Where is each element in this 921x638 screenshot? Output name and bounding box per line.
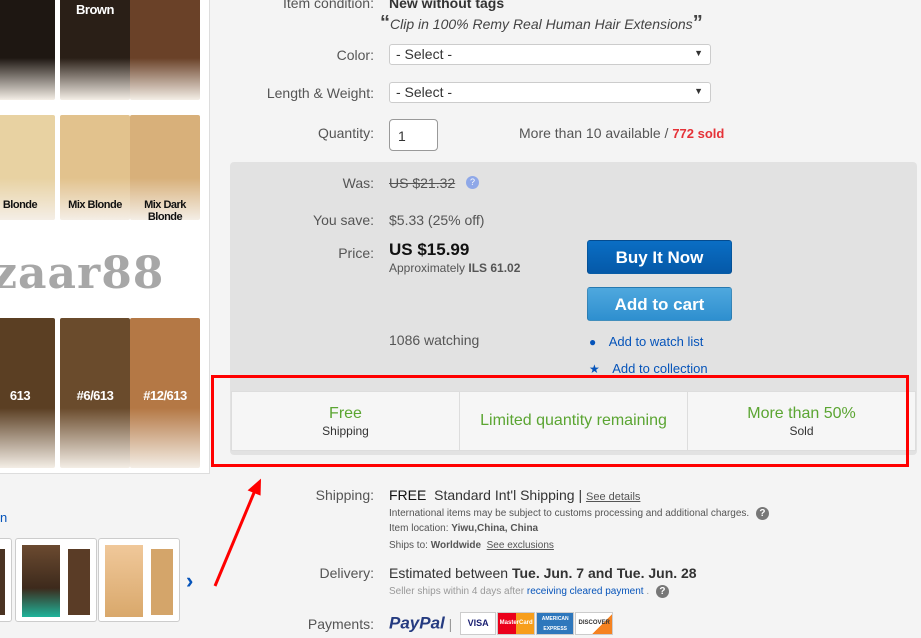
quantity-label: Quantity: (317, 125, 374, 141)
visa-logo: VISA (460, 612, 497, 635)
ships-to-label: Ships to: (389, 540, 428, 551)
availability-label: More than 10 available / (519, 125, 669, 141)
help-icon[interactable]: ? (755, 507, 769, 520)
payment-methods: PayPal | VISA MasterCardAMERICAN EXPRESSD… (389, 612, 614, 635)
swatch-label: Brown (130, 0, 200, 2)
hair-color-swatch: 613 (0, 318, 55, 468)
watch-list-link-row[interactable]: ● Add to watch list (589, 333, 703, 351)
payments-label: Payments: (307, 616, 374, 632)
ships-to-value: Worldwide (430, 540, 482, 551)
item-location-label: Item location: (389, 523, 449, 534)
condition-value: New without tags (389, 0, 505, 11)
cleared-payment-link[interactable]: receiving cleared payment (527, 586, 644, 597)
add-to-watch-list-link[interactable]: Add to watch list (609, 334, 704, 349)
delivery-note-prefix: Seller ships within 4 days after (389, 586, 525, 598)
eye-icon: ● (589, 335, 597, 349)
dropdown-arrow-icon: ▼ (694, 48, 703, 58)
approx-value: ILS 61.02 (468, 261, 521, 275)
price-label: Price: (338, 245, 374, 261)
hair-color-swatch (0, 0, 55, 100)
discover-logo: DISCOVER (575, 612, 614, 635)
swatch-label: Medium Brown (72, 0, 119, 17)
thumbnail[interactable] (15, 538, 97, 622)
item-location-value: Yiwu,China, China (451, 523, 539, 534)
color-select-value: - Select - (396, 46, 453, 62)
hair-color-swatch: #6/613 (60, 318, 130, 468)
paypal-logo: PayPal (389, 613, 445, 633)
length-select-value: - Select - (396, 84, 453, 100)
delivery-label: Delivery: (319, 565, 374, 581)
product-image-gallery[interactable]: Medium Brown Brown Blonde Mix Blonde Mix Dar… (0, 0, 210, 474)
hair-color-swatch: Medium Brown (60, 0, 130, 100)
length-weight-select[interactable]: - Select - ▼ (389, 82, 711, 103)
swatch-label: #6/613 (76, 388, 114, 403)
approximate-price: Approximately ILS 61.02 (389, 261, 520, 275)
shipping-free: FREE (389, 487, 427, 503)
price-value: US $15.99 (389, 240, 470, 259)
you-save-value: $5.33 (25% off) (389, 212, 485, 228)
color-select[interactable]: - Select - ▼ (389, 44, 711, 65)
delivery-note-suffix: . (646, 586, 650, 598)
quantity-input[interactable]: 1 (389, 119, 438, 151)
ships-to: Ships to: Worldwide See exclusions (389, 540, 554, 551)
delivery-range: Tue. Jun. 7 and Tue. Jun. 28 (511, 565, 697, 581)
see-details-link[interactable]: See details (586, 491, 640, 503)
length-weight-label: Length & Weight: (266, 85, 374, 101)
delivery-estimate: Estimated between Tue. Jun. 7 and Tue. J… (389, 565, 697, 581)
shipping-method: Standard Int'l Shipping | (434, 487, 583, 503)
dropdown-arrow-icon: ▼ (694, 86, 703, 96)
item-subtitle-text: Clip in 100% Remy Real Human Hair Extens… (390, 16, 693, 32)
add-to-cart-button[interactable]: Add to cart (587, 287, 732, 321)
swatch-label: Mix Blonde (68, 199, 122, 211)
buy-it-now-button[interactable]: Buy It Now (587, 240, 732, 274)
was-price: US $21.32 (389, 175, 456, 191)
swatch-label: #12/613 (143, 388, 187, 403)
hair-color-swatch: Mix Dark Blonde (130, 115, 200, 223)
was-label: Was: (342, 175, 374, 191)
hair-color-swatch: #12/613 (130, 318, 200, 468)
hair-color-swatch: Blonde (0, 115, 55, 220)
delivery-prefix: Estimated between (389, 565, 509, 581)
delivery-note: Seller ships within 4 days after receivi… (389, 585, 669, 598)
customs-note-text: International items may be subject to cu… (389, 508, 750, 520)
watching-count: 1086 watching (389, 332, 480, 348)
hair-color-swatch: Mix Blonde (60, 115, 130, 220)
swatch-label: Mix Dark Blonde (144, 199, 186, 223)
color-label: Color: (336, 47, 374, 63)
sold-count[interactable]: 772 sold (672, 126, 724, 141)
gallery-link-fragment[interactable]: n (0, 510, 7, 525)
item-subtitle: “Clip in 100% Remy Real Human Hair Exten… (380, 12, 703, 34)
see-exclusions-link[interactable]: See exclusions (487, 540, 554, 551)
help-icon[interactable]: ? (655, 585, 669, 598)
star-icon: ★ (589, 362, 600, 376)
swatch-label: Blonde (2, 199, 38, 211)
shipping-summary: FREE Standard Int'l Shipping | See detai… (389, 487, 640, 503)
availability-text: More than 10 available / 772 sold (519, 125, 724, 141)
customs-note: International items may be subject to cu… (389, 507, 769, 520)
you-save-label: You save: (313, 212, 374, 228)
chevron-right-icon[interactable]: › (186, 568, 193, 594)
item-location: Item location: Yiwu,China, China (389, 523, 538, 534)
help-icon[interactable]: ? (466, 176, 479, 189)
shipping-label: Shipping: (315, 487, 374, 503)
thumbnail[interactable] (98, 538, 180, 622)
amex-logo: AMERICAN EXPRESS (536, 612, 575, 635)
mastercard-logo: MasterCard (497, 612, 536, 635)
thumbnail[interactable] (0, 538, 12, 622)
add-to-collection-link[interactable]: Add to collection (612, 361, 707, 376)
swatch-label: 613 (9, 388, 31, 403)
condition-label: Item condition: (282, 0, 374, 11)
highlight-box-annotation (211, 375, 909, 467)
hair-color-swatch: Brown (130, 0, 200, 100)
approx-prefix: Approximately (389, 261, 466, 275)
watermark-text: zaar88 (0, 248, 165, 299)
